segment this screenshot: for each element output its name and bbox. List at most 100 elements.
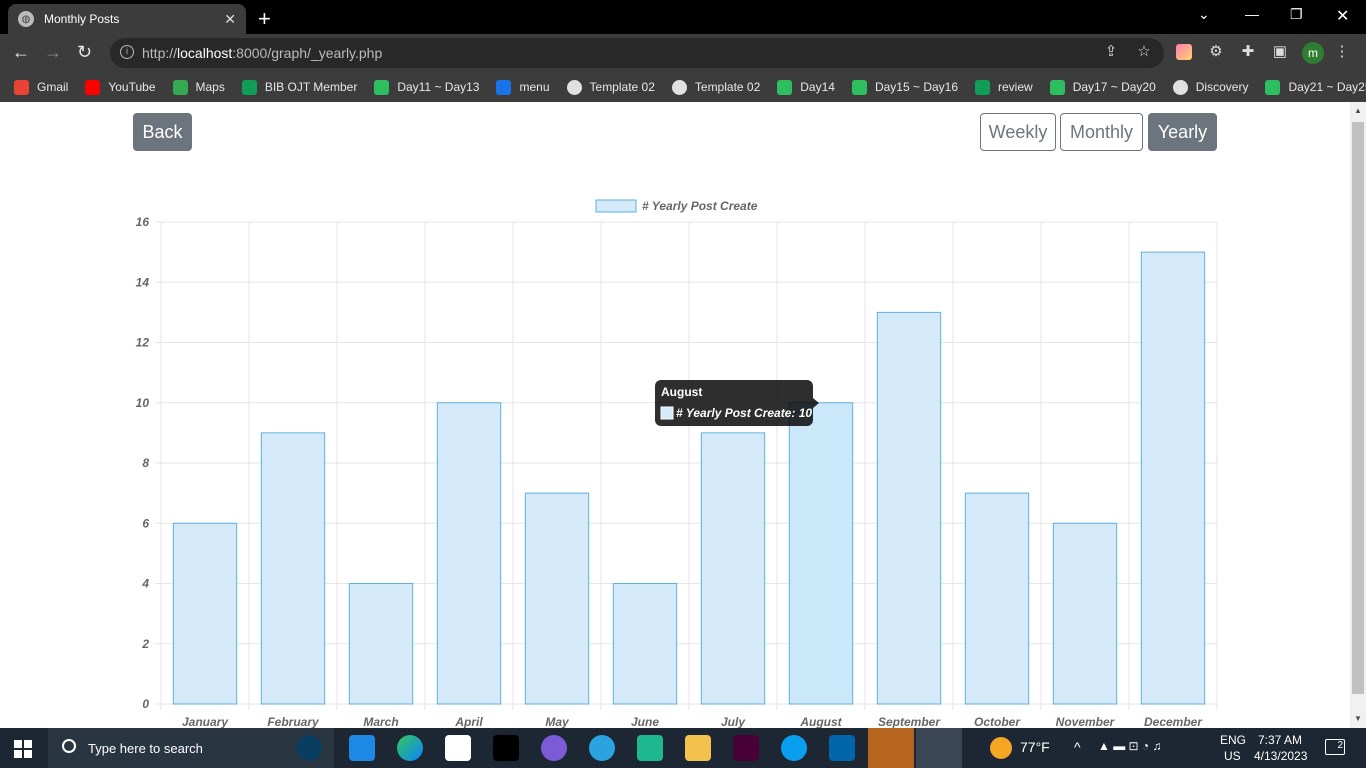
minimize-icon[interactable]: — bbox=[1245, 6, 1259, 22]
weather-temp[interactable]: 77°F bbox=[1020, 739, 1050, 755]
bookmark-item[interactable]: Day21 ~ Day25 bbox=[1265, 79, 1366, 95]
clock-time[interactable]: 7:37 AM bbox=[1258, 733, 1302, 747]
chevron-up-icon[interactable]: ^ bbox=[1074, 739, 1081, 755]
restore-icon[interactable]: ❐ bbox=[1290, 6, 1303, 23]
bar-july[interactable] bbox=[700, 432, 766, 705]
notification-icon[interactable]: 2 bbox=[1325, 739, 1345, 755]
bar-april[interactable] bbox=[436, 402, 502, 705]
extension-icon[interactable] bbox=[1176, 44, 1192, 60]
bookmark-label: Day15 ~ Day16 bbox=[874, 80, 959, 94]
telegram-icon[interactable] bbox=[589, 735, 615, 761]
menu-icon[interactable]: ⋮ bbox=[1334, 44, 1350, 60]
bookmark-item[interactable]: Template 02 bbox=[566, 79, 655, 95]
info-icon[interactable]: i bbox=[120, 45, 134, 59]
bookmark-item[interactable]: Maps bbox=[172, 79, 225, 95]
close-window-icon[interactable]: ✕ bbox=[1336, 6, 1349, 26]
bookmark-label: BIB OJT Member bbox=[264, 80, 358, 94]
mail-icon[interactable] bbox=[349, 735, 375, 761]
bar-february[interactable] bbox=[260, 432, 326, 705]
maps-icon bbox=[172, 79, 188, 95]
gmail-icon bbox=[14, 79, 29, 95]
page-scrollbar[interactable]: ▲ ▼ bbox=[1350, 102, 1366, 728]
new-tab-button[interactable]: + bbox=[258, 6, 271, 32]
bar-september[interactable] bbox=[876, 311, 942, 705]
reload-icon[interactable]: ↻ bbox=[77, 42, 92, 63]
x-tick-label: September bbox=[878, 715, 941, 728]
address-bar[interactable]: i http://localhost:8000/graph/_yearly.ph… bbox=[110, 38, 1164, 68]
windows-start-icon[interactable] bbox=[14, 740, 32, 758]
app-icon[interactable] bbox=[637, 735, 663, 761]
sidepanel-icon[interactable]: ▣ bbox=[1272, 44, 1288, 60]
browser-tab[interactable]: ◍ Monthly Posts ✕ bbox=[8, 4, 246, 34]
skype-icon[interactable] bbox=[781, 735, 807, 761]
x-tick-label: October bbox=[974, 715, 1021, 728]
bookmark-item[interactable]: Day17 ~ Day20 bbox=[1049, 79, 1156, 95]
scroll-down-icon[interactable]: ▼ bbox=[1354, 714, 1362, 723]
edge-icon[interactable] bbox=[397, 735, 423, 761]
netflix-icon[interactable] bbox=[493, 735, 519, 761]
vscode-icon[interactable] bbox=[829, 735, 855, 761]
teams-icon[interactable] bbox=[868, 728, 914, 768]
bar-november[interactable] bbox=[1052, 522, 1118, 705]
store-icon[interactable] bbox=[445, 735, 471, 761]
language[interactable]: ENG bbox=[1220, 733, 1246, 747]
bookmark-item[interactable]: BIB OJT Member bbox=[241, 79, 358, 95]
tray-icons[interactable]: ▲ ▬ ⊡ ◔ ♫ bbox=[1098, 739, 1162, 753]
bookmark-item[interactable]: Discovery bbox=[1172, 79, 1249, 95]
clock-date[interactable]: 4/13/2023 bbox=[1254, 749, 1307, 763]
bookmark-label: menu bbox=[519, 80, 550, 94]
bookmark-item[interactable]: YouTube bbox=[85, 79, 156, 95]
avatar[interactable]: m bbox=[1302, 42, 1324, 64]
bookmark-item[interactable]: menu bbox=[496, 79, 550, 95]
y-tick-label: 0 bbox=[142, 697, 149, 711]
scroll-up-icon[interactable]: ▲ bbox=[1354, 106, 1362, 115]
bar-may[interactable] bbox=[524, 492, 590, 705]
bookmark-item[interactable]: Day11 ~ Day13 bbox=[374, 79, 480, 95]
bar-june[interactable] bbox=[612, 583, 678, 705]
back-arrow-icon[interactable]: ← bbox=[12, 42, 30, 63]
evernote-icon bbox=[1049, 79, 1065, 95]
chart-legend[interactable]: # Yearly Post Create bbox=[595, 199, 758, 213]
viber-icon[interactable] bbox=[541, 735, 567, 761]
windows-taskbar: Type here to search 77°F ^ ▲ ▬ ⊡ ◔ ♫ ENG… bbox=[0, 728, 1366, 768]
bookmark-label: Gmail bbox=[37, 80, 69, 94]
bookmark-label: Day21 ~ Day25 bbox=[1288, 80, 1366, 94]
share-icon[interactable]: ⇪ bbox=[1103, 44, 1119, 60]
star-icon[interactable]: ☆ bbox=[1136, 44, 1152, 60]
y-tick-label: 16 bbox=[136, 215, 150, 229]
chart-tooltip: August # Yearly Post Create: 10 bbox=[655, 380, 819, 426]
file-explorer-icon[interactable] bbox=[685, 735, 711, 761]
bar-march[interactable] bbox=[348, 583, 414, 705]
chevron-down-icon[interactable]: ⌄ bbox=[1198, 6, 1210, 23]
x-tick-label: January bbox=[182, 715, 229, 728]
bar-december[interactable] bbox=[1140, 251, 1206, 705]
bookmark-label: Discovery bbox=[1195, 80, 1249, 94]
gear-icon[interactable]: ⚙ bbox=[1208, 44, 1224, 60]
close-tab-icon[interactable]: ✕ bbox=[224, 11, 236, 28]
bookmark-label: Day11 ~ Day13 bbox=[397, 80, 480, 94]
x-tick-label: December bbox=[1144, 715, 1203, 728]
forward-arrow-icon[interactable]: → bbox=[44, 42, 62, 63]
scrollbar-thumb[interactable] bbox=[1352, 122, 1364, 694]
adobe-xd-icon[interactable] bbox=[733, 735, 759, 761]
x-tick-label: May bbox=[545, 715, 570, 728]
bar-january[interactable] bbox=[172, 522, 238, 705]
bookmark-item[interactable]: Template 02 bbox=[671, 79, 760, 95]
bar-october[interactable] bbox=[964, 492, 1030, 705]
bing-icon[interactable] bbox=[296, 735, 322, 761]
x-tick-label: June bbox=[631, 715, 659, 728]
puzzle-icon[interactable]: ✚ bbox=[1240, 44, 1256, 60]
bookmark-item[interactable]: Gmail bbox=[14, 79, 69, 95]
globe-icon bbox=[671, 79, 687, 95]
weather-icon[interactable] bbox=[990, 737, 1012, 759]
taskbar-search-input[interactable]: Type here to search bbox=[48, 728, 334, 768]
bookmark-item[interactable]: Day15 ~ Day16 bbox=[851, 79, 959, 95]
bookmark-item[interactable]: Day14 bbox=[777, 79, 835, 95]
legend-swatch bbox=[595, 199, 637, 213]
globe-icon bbox=[1172, 79, 1188, 95]
bookmark-item[interactable]: review bbox=[975, 79, 1033, 95]
region[interactable]: US bbox=[1224, 749, 1241, 763]
chrome-icon[interactable] bbox=[916, 728, 962, 768]
bar-august[interactable] bbox=[788, 402, 854, 705]
x-tick-label: August bbox=[799, 715, 842, 728]
